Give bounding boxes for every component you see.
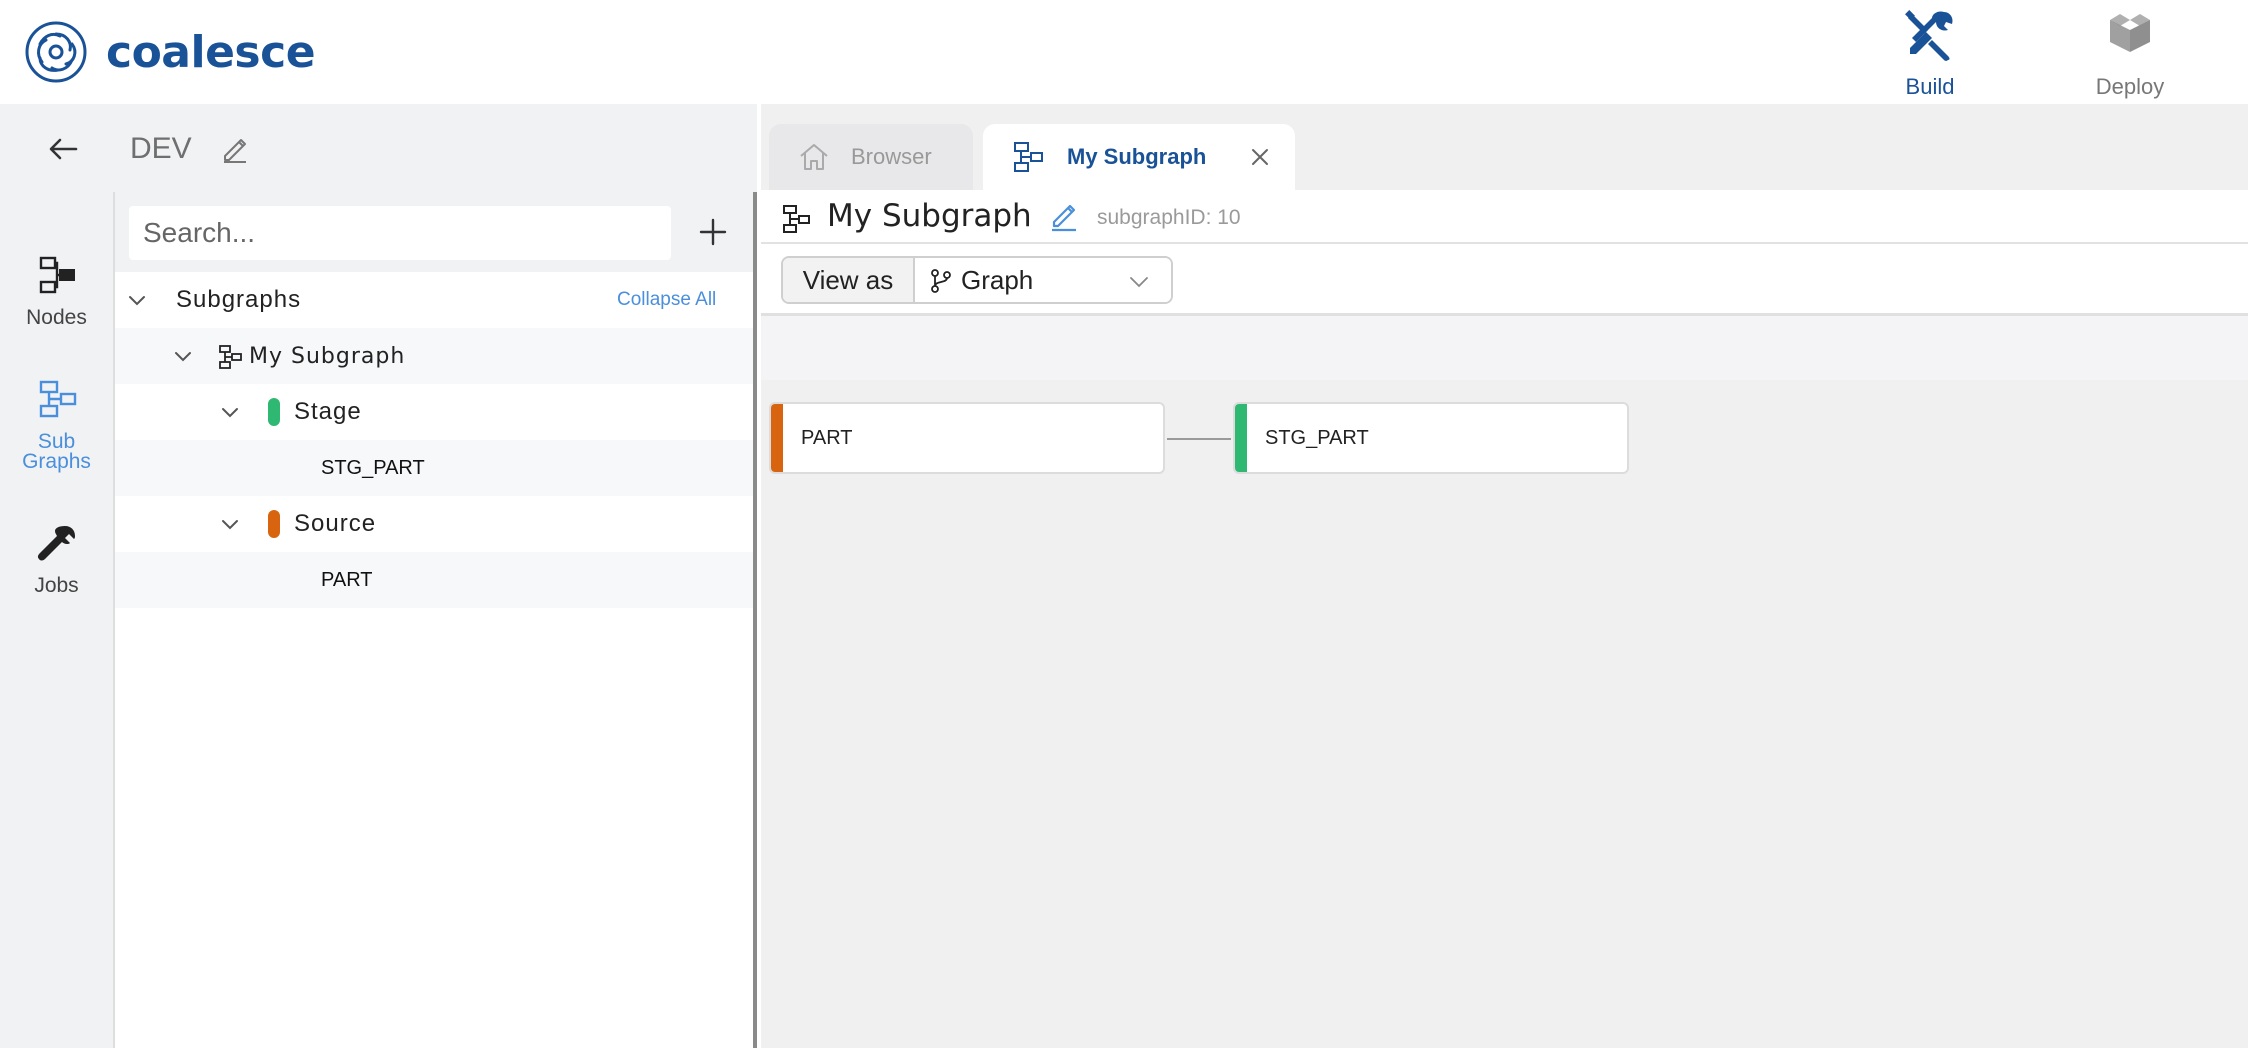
view-toolbar: View as Graph: [761, 244, 2248, 316]
rail-subgraphs-label: Sub Graphs: [22, 431, 91, 473]
tab-my-subgraph-label: My Subgraph: [1067, 144, 1207, 169]
build-nav-label: Build: [1905, 74, 1955, 99]
editor-title-bar: My Subgraph subgraphID: 10: [761, 190, 2248, 244]
tree-row-source-group[interactable]: Source: [115, 496, 753, 552]
chevron-down-icon[interactable]: [125, 288, 149, 312]
tree-row-node[interactable]: PART: [115, 552, 753, 608]
workspace-panel: Browser My Subgraph My Subgraph subgraph…: [761, 104, 2248, 1048]
deploy-box-icon: [2110, 14, 2150, 52]
rail-nodes-label: Nodes: [26, 306, 87, 329]
graph-edge: [1167, 438, 1231, 440]
wrench-icon: [37, 526, 75, 561]
rail-subgraphs-label-line2: Graphs: [22, 450, 91, 473]
tree-row-node[interactable]: STG_PART: [115, 440, 753, 496]
subgraph-icon: [783, 205, 810, 233]
tree-root-label: Subgraphs: [176, 286, 302, 313]
tree-row-subgraphs-root[interactable]: Subgraphs Collapse All: [115, 272, 753, 328]
search-row: [115, 192, 753, 272]
source-color-bar: [771, 404, 783, 472]
stage-color-bar: [1235, 404, 1247, 472]
chevron-down-icon: [1130, 277, 1148, 288]
workspace-bar: DEV: [0, 104, 757, 192]
chevron-down-icon[interactable]: [218, 512, 242, 536]
left-rail-nav: Nodes Sub Graphs Jobs: [0, 192, 115, 1048]
subgraphs-icon: [39, 380, 76, 418]
deploy-nav-button[interactable]: Deploy: [2060, 6, 2200, 100]
git-branch-icon: [931, 269, 951, 293]
subgraph-tree-panel: Subgraphs Collapse All My Subgraph Stage: [115, 192, 753, 1048]
subgraph-icon: [1014, 142, 1043, 172]
build-tools-icon: [1905, 10, 1953, 61]
top-bar: coalesce Build Deploy: [0, 0, 2248, 104]
workspace-name: DEV: [130, 132, 192, 165]
stage-color-pill: [268, 398, 280, 426]
graph-node-label: STG_PART: [1265, 426, 1369, 449]
coalesce-logo[interactable]: coalesce: [24, 20, 316, 84]
deploy-nav-label: Deploy: [2095, 74, 2165, 99]
view-as-select[interactable]: Graph: [915, 258, 1171, 302]
tree-row-my-subgraph[interactable]: My Subgraph: [115, 328, 753, 384]
tab-browser-label: Browser: [851, 144, 932, 169]
rail-jobs-label: Jobs: [34, 574, 79, 597]
view-as-control: View as Graph: [781, 256, 1173, 304]
coalesce-logo-icon: [25, 21, 87, 83]
graph-node-part[interactable]: PART: [769, 402, 1165, 474]
logo-text: coalesce: [106, 26, 316, 78]
tree-node-label[interactable]: PART: [321, 569, 373, 592]
tree-row-stage-group[interactable]: Stage: [115, 384, 753, 440]
rail-nodes-button[interactable]: Nodes: [0, 254, 113, 328]
source-color-pill: [268, 510, 280, 538]
home-icon: [800, 144, 828, 170]
left-panel: DEV Nodes Sub Graphs Jobs Search... Subg…: [0, 104, 757, 1048]
tab-strip: Browser My Subgraph: [761, 104, 2248, 190]
graph-node-label: PART: [801, 426, 853, 449]
collapse-all-link[interactable]: Collapse All: [617, 289, 716, 311]
search-input[interactable]: [129, 206, 671, 260]
edit-pencil-icon[interactable]: [1049, 200, 1079, 232]
chevron-down-icon[interactable]: [171, 344, 195, 368]
edit-pencil-icon[interactable]: [220, 134, 250, 164]
subgraph-icon: [219, 345, 242, 369]
graph-node-stg-part[interactable]: STG_PART: [1233, 402, 1629, 474]
add-plus-icon[interactable]: [693, 212, 733, 252]
view-as-value: Graph: [961, 264, 1034, 295]
tree-group-label: Stage: [294, 398, 362, 425]
view-as-label: View as: [783, 258, 915, 302]
tab-my-subgraph[interactable]: My Subgraph: [983, 124, 1295, 190]
chevron-down-icon[interactable]: [218, 400, 242, 424]
tree-subgraph-label: My Subgraph: [249, 343, 406, 369]
canvas-header-band: [761, 316, 2248, 380]
tree-node-label[interactable]: STG_PART: [321, 457, 425, 480]
graph-canvas[interactable]: PART STG_PART: [761, 380, 2248, 1048]
back-arrow-icon[interactable]: [46, 132, 80, 166]
page-title: My Subgraph: [827, 198, 1032, 234]
rail-jobs-button[interactable]: Jobs: [0, 522, 113, 596]
nodes-icon: [39, 256, 75, 294]
close-icon[interactable]: [1247, 144, 1273, 170]
tab-browser[interactable]: Browser: [769, 124, 973, 190]
build-nav-button[interactable]: Build: [1860, 6, 2000, 100]
subgraph-id: subgraphID: 10: [1097, 206, 1241, 229]
tree-group-label: Source: [294, 510, 377, 537]
rail-subgraphs-button[interactable]: Sub Graphs: [0, 378, 113, 472]
